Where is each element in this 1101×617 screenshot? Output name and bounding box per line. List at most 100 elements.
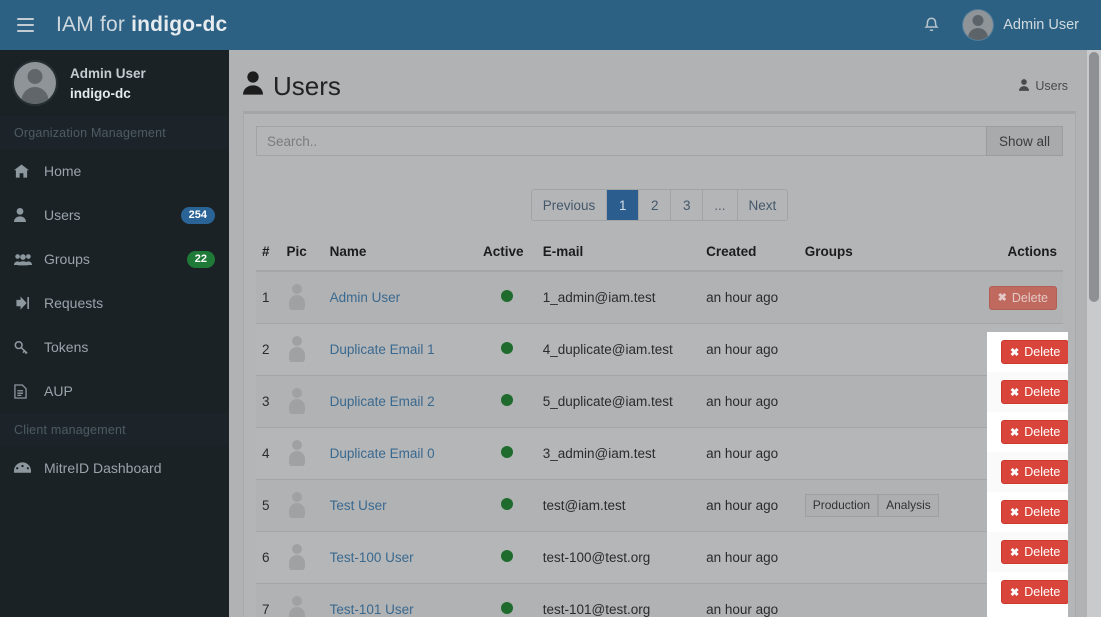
delete-button[interactable]: ✖ Delete bbox=[1001, 380, 1068, 404]
delete-button[interactable]: ✖ Delete bbox=[988, 285, 1057, 310]
hamburger-menu-icon[interactable] bbox=[0, 0, 50, 50]
group-chip[interactable]: Production bbox=[804, 493, 879, 518]
cell-active bbox=[477, 375, 537, 428]
sidebar-item-label: Requests bbox=[44, 295, 104, 311]
sidebar-item-label: MitreID Dashboard bbox=[44, 460, 162, 476]
sidebar-badge-users: 254 bbox=[180, 206, 215, 224]
sidebar-item-users[interactable]: Users 254 bbox=[0, 193, 229, 237]
cell-email: 3_admin@iam.test bbox=[536, 427, 701, 480]
delete-button[interactable]: ✖ Delete bbox=[1001, 500, 1068, 524]
close-x-icon: ✖ bbox=[1010, 386, 1020, 399]
column-header-created: Created bbox=[700, 244, 799, 272]
green-dot-icon bbox=[500, 498, 513, 510]
bell-icon[interactable] bbox=[909, 0, 953, 50]
delete-button[interactable]: ✖ Delete bbox=[1001, 580, 1068, 604]
pagination-next[interactable]: Next bbox=[737, 190, 788, 220]
group-chip[interactable]: Analysis bbox=[878, 493, 939, 518]
cell-pic bbox=[280, 479, 324, 532]
dashboard-icon bbox=[14, 461, 34, 475]
cell-name: Duplicate Email 0 bbox=[323, 427, 478, 480]
green-dot-icon bbox=[500, 342, 513, 354]
cell-num: 6 bbox=[256, 531, 281, 584]
close-x-icon: ✖ bbox=[1010, 426, 1020, 439]
pagination-previous[interactable]: Previous bbox=[531, 190, 608, 220]
users-panel: Show all Previous 1 2 3 ... Next bbox=[243, 111, 1076, 617]
delete-button[interactable]: ✖ Delete bbox=[1001, 540, 1068, 564]
delete-button[interactable]: ✖ Delete bbox=[1001, 460, 1068, 484]
scrollbar-thumb[interactable] bbox=[1089, 52, 1099, 302]
cell-created: an hour ago bbox=[700, 427, 799, 480]
document-icon bbox=[14, 383, 34, 399]
cell-num: 2 bbox=[256, 323, 281, 376]
sidebar-item-label: Groups bbox=[44, 251, 90, 267]
cell-num: 1 bbox=[256, 270, 281, 324]
brand-prefix: IAM for bbox=[56, 13, 132, 36]
avatar bbox=[286, 595, 308, 617]
user-name-link[interactable]: Duplicate Email 1 bbox=[330, 342, 435, 357]
delete-button-label: Delete bbox=[1024, 585, 1061, 599]
table-row: 4 Duplicate Email 0 3_admin@iam.test an hou… bbox=[256, 427, 1063, 480]
delete-button-label: Delete bbox=[1011, 290, 1048, 305]
user-menu[interactable]: Admin User bbox=[957, 0, 1087, 50]
close-x-icon: ✖ bbox=[1010, 346, 1020, 359]
cell-email: test-100@test.org bbox=[536, 531, 701, 584]
delete-button[interactable]: ✖ Delete bbox=[1001, 420, 1068, 444]
sidebar-item-home[interactable]: Home bbox=[0, 149, 229, 193]
show-all-button[interactable]: Show all bbox=[985, 126, 1063, 156]
sidebar-item-label: Home bbox=[44, 163, 82, 179]
main-content: Users Users Show all Previous 1 bbox=[229, 50, 1101, 617]
user-name-link[interactable]: Test-101 User bbox=[330, 602, 414, 617]
pagination-page-2[interactable]: 2 bbox=[639, 190, 672, 220]
user-name-link[interactable]: Test User bbox=[330, 498, 387, 513]
user-name-link[interactable]: Duplicate Email 0 bbox=[330, 446, 435, 461]
cell-active bbox=[477, 479, 537, 532]
close-x-icon: ✖ bbox=[1010, 466, 1020, 479]
cell-active bbox=[477, 270, 537, 324]
cell-actions: ✖ Delete bbox=[970, 270, 1063, 324]
sidebar-item-aup[interactable]: AUP bbox=[0, 369, 229, 413]
sidebar-item-tokens[interactable]: Tokens bbox=[0, 325, 229, 369]
pagination-page-1[interactable]: 1 bbox=[607, 190, 640, 220]
cell-created: an hour ago bbox=[700, 270, 799, 324]
cell-name: Duplicate Email 1 bbox=[323, 323, 478, 376]
user-name-link[interactable]: Test-100 User bbox=[330, 550, 414, 565]
column-header-pic: Pic bbox=[280, 244, 324, 272]
user-menu-label: Admin User bbox=[1003, 17, 1079, 33]
vertical-scrollbar[interactable] bbox=[1087, 50, 1101, 617]
cell-active bbox=[477, 427, 537, 480]
sidebar-item-groups[interactable]: Groups 22 bbox=[0, 237, 229, 281]
cell-pic bbox=[280, 375, 324, 428]
page-header: Users Users bbox=[229, 50, 1101, 108]
highlighted-action-row: ✖ Delete bbox=[987, 332, 1068, 372]
pagination-ellipsis[interactable]: ... bbox=[703, 190, 738, 220]
close-x-icon: ✖ bbox=[997, 292, 1007, 304]
green-dot-icon bbox=[500, 550, 513, 562]
cell-groups bbox=[798, 375, 971, 428]
cell-created: an hour ago bbox=[700, 531, 799, 584]
sidebar-user-panel[interactable]: Admin User indigo-dc bbox=[0, 50, 229, 116]
cell-num: 5 bbox=[256, 479, 281, 532]
cell-pic bbox=[280, 323, 324, 376]
cell-groups bbox=[798, 323, 971, 376]
pagination-page-3[interactable]: 3 bbox=[671, 190, 704, 220]
user-name-link[interactable]: Duplicate Email 2 bbox=[330, 394, 435, 409]
close-x-icon: ✖ bbox=[1010, 586, 1020, 599]
user-icon bbox=[243, 70, 263, 102]
delete-button[interactable]: ✖ Delete bbox=[1001, 340, 1068, 364]
table-row: 2 Duplicate Email 1 4_duplicate@iam.test an… bbox=[256, 323, 1063, 376]
sidebar-item-requests[interactable]: Requests bbox=[0, 281, 229, 325]
avatar bbox=[286, 335, 308, 361]
key-icon bbox=[14, 340, 34, 354]
highlighted-action-row: ✖ Delete bbox=[987, 492, 1068, 532]
top-header-bar: IAM for indigo-dc Admin User bbox=[0, 0, 1101, 50]
highlighted-action-row: ✖ Delete bbox=[987, 372, 1068, 412]
cell-created: an hour ago bbox=[700, 375, 799, 428]
cell-active bbox=[477, 323, 537, 376]
user-name-link[interactable]: Admin User bbox=[330, 290, 401, 305]
sidebar-item-mitreid-dashboard[interactable]: MitreID Dashboard bbox=[0, 446, 229, 490]
avatar bbox=[286, 387, 308, 413]
green-dot-icon bbox=[500, 394, 513, 406]
search-input[interactable] bbox=[256, 126, 986, 156]
avatar bbox=[286, 543, 308, 569]
users-table-body: 1 Admin User 1_admin@iam.test an hour ago ✖ D… bbox=[256, 270, 1063, 617]
